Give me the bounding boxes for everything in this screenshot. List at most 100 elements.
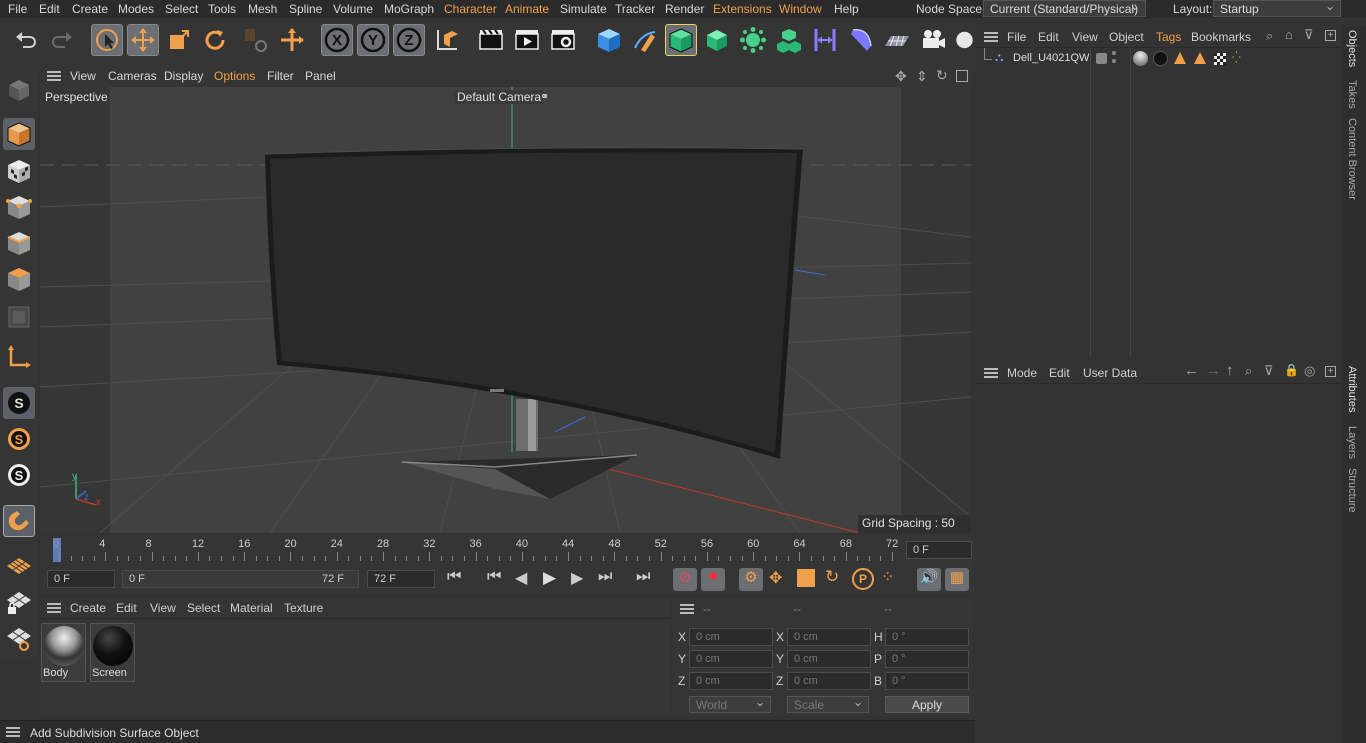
viewport-pan-icon[interactable]: ✥ xyxy=(895,68,907,85)
floor-icon[interactable] xyxy=(881,24,913,56)
pos-x-field[interactable]: 0 cm xyxy=(689,628,773,646)
menu-volume[interactable]: Volume xyxy=(333,2,373,16)
material-menu-texture[interactable]: Texture xyxy=(284,601,323,615)
selection-tag-icon[interactable]: ⁛ xyxy=(1232,51,1241,64)
timeline-window-icon[interactable]: ▦ xyxy=(945,568,969,591)
material-menu-material[interactable]: Material xyxy=(230,601,273,615)
tab-layers[interactable]: Layers xyxy=(1346,426,1358,459)
z-axis-lock-icon[interactable]: Z xyxy=(393,24,425,56)
attributes-menu-icon[interactable] xyxy=(984,368,998,378)
tab-objects[interactable]: Objects xyxy=(1346,30,1358,67)
3d-viewport[interactable]: y x z Perspective Default Camera ⚭ Grid … xyxy=(40,87,971,533)
tab-attributes[interactable]: Attributes xyxy=(1346,366,1358,412)
attributes-menu-mode[interactable]: Mode xyxy=(1007,366,1037,380)
status-menu-icon[interactable] xyxy=(6,727,20,737)
phong-tag-icon[interactable] xyxy=(1174,52,1186,64)
sound-icon[interactable]: 🔊 xyxy=(917,568,941,591)
material-body[interactable]: Body xyxy=(41,623,86,682)
cloner-icon[interactable] xyxy=(737,24,769,56)
live-selection-icon[interactable] xyxy=(91,24,123,56)
cube-icon[interactable] xyxy=(593,24,625,56)
axis-mode-icon[interactable] xyxy=(3,341,35,373)
menu-file[interactable]: File xyxy=(8,2,27,16)
menu-mesh[interactable]: Mesh xyxy=(248,2,277,16)
solo-single-icon[interactable]: S xyxy=(3,423,35,455)
menu-create[interactable]: Create xyxy=(72,2,108,16)
texture-mode-icon[interactable] xyxy=(3,155,35,187)
object-row-dell[interactable]: ⛬ Dell_U4021QW ⁛ xyxy=(976,48,1341,68)
rotate-icon[interactable] xyxy=(199,24,231,56)
go-to-end-icon[interactable]: ⏭ xyxy=(636,568,650,586)
menu-edit[interactable]: Edit xyxy=(39,2,60,16)
rot-b-field[interactable]: 0 ° xyxy=(885,672,969,690)
camera-link-icon[interactable]: ⚭ xyxy=(540,90,549,103)
visibility-editor-dot[interactable] xyxy=(1112,51,1116,55)
pos-y-field[interactable]: 0 cm xyxy=(689,650,773,668)
objects-menu-object[interactable]: Object xyxy=(1109,30,1144,44)
coord-menu-icon[interactable] xyxy=(680,604,694,614)
render-view-icon[interactable] xyxy=(475,24,507,56)
attributes-menu-user-data[interactable]: User Data xyxy=(1083,366,1137,380)
uv-mode-icon[interactable] xyxy=(3,301,35,333)
objects-menu-view[interactable]: View xyxy=(1072,30,1098,44)
start-frame-field[interactable]: 0 F xyxy=(47,570,115,588)
key-rotation-icon[interactable]: ↻ xyxy=(825,567,839,587)
material-menu-select[interactable]: Select xyxy=(187,601,220,615)
camera-icon[interactable] xyxy=(917,24,949,56)
extrude-icon[interactable] xyxy=(701,24,733,56)
pos-z-field[interactable]: 0 cm xyxy=(689,672,773,690)
objects-menu-bookmarks[interactable]: Bookmarks xyxy=(1191,30,1251,44)
filter-icon[interactable]: ⊽ xyxy=(1304,27,1314,43)
connector-icon[interactable] xyxy=(809,24,841,56)
visibility-render-dot[interactable] xyxy=(1112,59,1116,63)
viewport-menu-filter[interactable]: Filter xyxy=(267,69,294,83)
previous-key-icon[interactable]: ⏮ xyxy=(487,568,501,586)
menu-animate[interactable]: Animate xyxy=(505,2,549,16)
up-arrow-icon[interactable]: ↑ xyxy=(1226,362,1234,379)
rot-h-field[interactable]: 0 ° xyxy=(885,628,969,646)
recent-tools-icon[interactable] xyxy=(240,24,272,56)
tab-takes[interactable]: Takes xyxy=(1346,80,1358,109)
menu-simulate[interactable]: Simulate xyxy=(560,2,607,16)
current-frame-field[interactable]: 0 F xyxy=(906,541,972,559)
objects-menu-file[interactable]: File xyxy=(1007,30,1026,44)
viewport-menu-cameras[interactable]: Cameras xyxy=(108,69,157,83)
material-menu-edit[interactable]: Edit xyxy=(116,601,137,615)
model-mode-icon[interactable] xyxy=(3,118,35,150)
workplane-icon[interactable] xyxy=(3,550,35,582)
objects-menu-tags[interactable]: Tags xyxy=(1156,30,1181,44)
menu-character[interactable]: Character xyxy=(444,2,497,16)
body-material-tag-icon[interactable] xyxy=(1133,51,1148,66)
voronoi-icon[interactable] xyxy=(773,24,805,56)
render-picture-viewer-icon[interactable] xyxy=(511,24,543,56)
planar-workplane-icon[interactable] xyxy=(3,622,35,654)
next-frame-icon[interactable]: ▶ xyxy=(571,568,583,588)
viewport-rotate-icon[interactable]: ↻ xyxy=(936,67,948,84)
scale-icon[interactable] xyxy=(163,24,195,56)
coordinate-system-icon[interactable] xyxy=(431,24,463,56)
objects-menu-edit[interactable]: Edit xyxy=(1038,30,1059,44)
key-parameter-icon[interactable]: P xyxy=(852,568,874,590)
viewport-zoom-icon[interactable]: ⇕ xyxy=(916,68,928,85)
viewport-menu-panel[interactable]: Panel xyxy=(305,69,336,83)
new-panel-icon[interactable]: + xyxy=(1325,30,1336,41)
make-editable-icon[interactable] xyxy=(3,74,35,106)
move-icon[interactable] xyxy=(127,24,159,56)
deformer-icon[interactable] xyxy=(845,24,877,56)
objects-menu-icon[interactable] xyxy=(984,32,998,42)
screen-material-tag-icon[interactable] xyxy=(1153,51,1168,66)
viewport-menu-display[interactable]: Display xyxy=(164,69,203,83)
size-x-field[interactable]: 0 cm xyxy=(787,628,871,646)
world-dropdown[interactable]: World xyxy=(689,695,771,713)
edges-mode-icon[interactable] xyxy=(3,227,35,259)
menu-window[interactable]: Window xyxy=(779,2,822,16)
lock-icon[interactable]: 🔒 xyxy=(1284,363,1299,377)
snap-icon[interactable] xyxy=(3,505,35,537)
viewport-maximize-icon[interactable] xyxy=(956,70,968,82)
viewport-menu-icon[interactable] xyxy=(47,71,61,81)
size-z-field[interactable]: 0 cm xyxy=(787,672,871,690)
undo-icon[interactable] xyxy=(10,24,42,56)
target-icon[interactable]: ◎ xyxy=(1304,363,1315,379)
go-to-start-icon[interactable]: ⏮ xyxy=(447,568,461,586)
timeline-ruler[interactable]: 04812162024283236404448525660646872 0 F xyxy=(40,535,974,565)
